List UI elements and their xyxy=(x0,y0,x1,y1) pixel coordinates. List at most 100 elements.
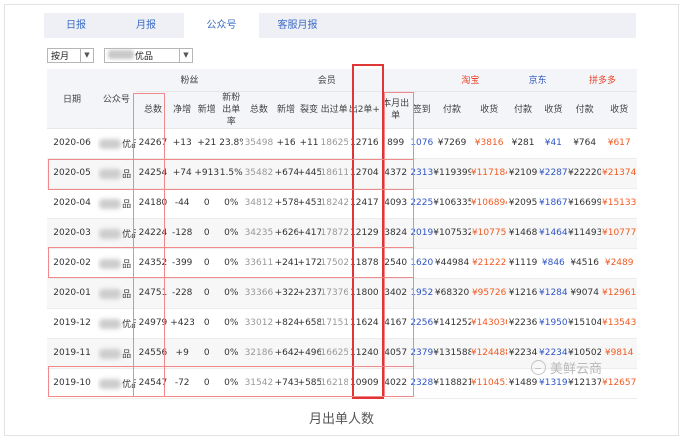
cell-account: 优品 xyxy=(97,128,136,159)
blurred-account-name xyxy=(99,319,122,329)
cell-mem-fission: +237 xyxy=(297,278,321,309)
cell-fans-net: +423 xyxy=(170,308,195,339)
cell-sign: 2019 xyxy=(410,218,434,249)
cell-mem-fission: +658 xyxy=(297,308,321,339)
cell-fans-net: +13 xyxy=(170,128,195,159)
cell-fans-new: 0 xyxy=(194,308,220,339)
table-row: 2020-03优品24224-12800%34235+626+417178721… xyxy=(47,218,637,249)
col-mem-new: 新增 xyxy=(274,91,298,129)
account-select-value: 优品 xyxy=(135,51,154,62)
cell-jd-recv: ¥1867 xyxy=(538,188,568,219)
cell-sign: 2328 xyxy=(410,368,434,399)
cell-account: 品 xyxy=(97,338,136,369)
cell-pdd-pay: ¥16699 xyxy=(567,188,602,219)
tab-daily[interactable]: 日报 xyxy=(44,13,108,38)
cell-account: 优品 xyxy=(97,368,136,399)
figure-caption: 月出单人数 xyxy=(308,412,374,427)
cell-date: 2019-10 xyxy=(47,368,98,399)
cell-tb-pay: ¥106335 xyxy=(433,188,471,219)
cell-fans-rate: 0% xyxy=(219,368,244,399)
cell-pdd-recv: ¥13543 xyxy=(601,308,637,339)
cell-mem-buyers: 18242 xyxy=(320,188,348,219)
filter-bar: 按月 ▼ 优品 ▼ xyxy=(47,47,193,63)
cell-account: 品 xyxy=(97,248,136,279)
blurred-account-name xyxy=(108,49,134,59)
table-row: 2020-01 品 24751 -228 0 0% 33366 +322 +237 17376 11… xyxy=(47,278,637,309)
cell-fans-net: +9 xyxy=(170,338,195,369)
cell-pdd-recv: ¥15133 xyxy=(601,188,637,219)
cell-jd-pay: ¥1119 xyxy=(507,248,539,279)
cell-fans-new: 0 xyxy=(194,218,220,249)
period-select[interactable]: 按月 ▼ xyxy=(47,47,94,63)
cell-pdd-recv: ¥10777 xyxy=(601,218,637,249)
col-mem-orders2: 出2单+ xyxy=(347,91,382,129)
tab-official-account[interactable]: 公众号 xyxy=(184,13,259,38)
cell-mem-total: 32186 xyxy=(243,338,275,369)
cell-fans-new: 0 xyxy=(194,188,220,219)
cell-mem-orders2: 12417 xyxy=(347,188,382,219)
tab-monthly[interactable]: 月报 xyxy=(108,13,184,38)
cell-tb-pay: ¥7269 xyxy=(433,128,471,159)
col-fans-newrate: 新粉出单率 xyxy=(219,91,244,129)
group-pdd: 拼多多 xyxy=(567,69,637,92)
table-row: 2020-02 品 24352 -399 0 0% 33611 +241 +172 17502 11… xyxy=(47,248,637,279)
cell-jd-recv: ¥41 xyxy=(538,128,568,159)
cell-fans-net: -228 xyxy=(170,278,195,309)
cell-fans-total: 24352 xyxy=(135,248,171,279)
group-fans: 粉丝 xyxy=(135,69,244,92)
cell-jd-pay: ¥2236 xyxy=(507,308,539,339)
cell-mem-buyers: 16625 xyxy=(320,338,348,369)
group-members: 会员 xyxy=(243,69,411,92)
blurred-account-name xyxy=(99,139,122,149)
cell-tb-recv: ¥10775 xyxy=(470,218,508,249)
table-row: 2020-05 品 24254 +74 +913 1.5% 35482 +674 +445 186… xyxy=(47,158,637,189)
cell-tb-pay: ¥107532 xyxy=(433,218,471,249)
cell-mem-month: 2540 xyxy=(381,248,411,279)
cell-mem-new: +578 xyxy=(274,188,298,219)
cell-fans-rate: 0% xyxy=(219,278,244,309)
cell-mem-total: 31542 xyxy=(243,368,275,399)
table-row: 2019-12优品24979+42300%33012+824+658171511… xyxy=(47,308,637,339)
cell-date: 2020-01 xyxy=(47,278,98,309)
cell-tb-pay: ¥118821 xyxy=(433,368,471,399)
col-mem-total: 总数 xyxy=(243,91,275,129)
cell-mem-total: 33012 xyxy=(243,308,275,339)
col-mem-fission: 裂变 xyxy=(297,91,321,129)
cell-jd-recv: ¥846 xyxy=(538,248,568,279)
group-taobao: 淘宝 xyxy=(433,69,508,92)
col-tb-pay: 付款 xyxy=(433,91,471,129)
cell-jd-recv: ¥1284 xyxy=(538,278,568,309)
cell-mem-fission: +585 xyxy=(297,368,321,399)
col-tb-recv: 收货 xyxy=(470,91,508,129)
cell-fans-net: -44 xyxy=(170,188,195,219)
cell-sign: 1620 xyxy=(410,248,434,279)
cell-mem-new: +674 xyxy=(274,158,298,189)
tab-service-monthly[interactable]: 客服月报 xyxy=(259,13,336,38)
cell-mem-total: 35482 xyxy=(243,158,275,189)
watermark-text: 美鲜云商 xyxy=(550,362,603,377)
cell-mem-orders2: 11624 xyxy=(347,308,382,339)
cell-pdd-recv: ¥12657 xyxy=(601,368,637,399)
chevron-down-icon: ▼ xyxy=(179,48,192,62)
cell-mem-month: 4093 xyxy=(381,188,411,219)
cell-mem-buyers: 18625 xyxy=(320,128,348,159)
cell-mem-month: 3824 xyxy=(381,218,411,249)
cell-fans-total: 24224 xyxy=(135,218,171,249)
cell-tb-pay: ¥131588 xyxy=(433,338,471,369)
cell-mem-new: +16 xyxy=(274,128,298,159)
cell-tb-recv: ¥110453 xyxy=(470,368,508,399)
cell-mem-fission: +453 xyxy=(297,188,321,219)
cell-sign: 1952 xyxy=(410,278,434,309)
col-date: 日期 xyxy=(47,69,98,129)
cell-mem-orders2: 11800 xyxy=(347,278,382,309)
cell-mem-new: +824 xyxy=(274,308,298,339)
cell-mem-total: 34812 xyxy=(243,188,275,219)
cell-fans-new: 0 xyxy=(194,368,220,399)
cell-mem-month: 4372 xyxy=(381,158,411,189)
cell-jd-pay: ¥2095 xyxy=(507,188,539,219)
cell-mem-total: 34235 xyxy=(243,218,275,249)
col-pdd-pay: 付款 xyxy=(567,91,602,129)
cell-fans-rate: 0% xyxy=(219,338,244,369)
wechat-icon xyxy=(531,360,546,375)
account-select[interactable]: 优品 ▼ xyxy=(104,47,193,63)
